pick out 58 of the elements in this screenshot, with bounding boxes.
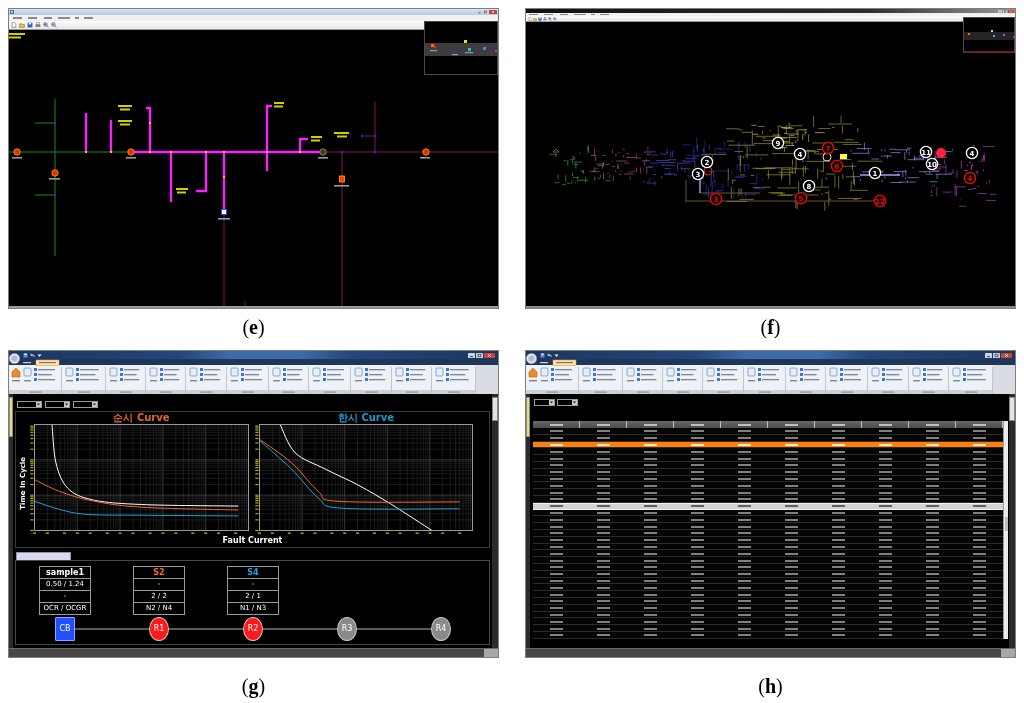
caret-icon xyxy=(64,402,69,407)
minimize-icon[interactable] xyxy=(985,352,992,358)
close-icon[interactable] xyxy=(484,352,495,358)
caret-icon xyxy=(36,402,41,407)
caret-icon[interactable] xyxy=(37,352,42,358)
square-node: CB xyxy=(55,617,75,641)
menu-bar[interactable] xyxy=(9,15,498,21)
caret-icon xyxy=(549,400,554,405)
dropdown[interactable] xyxy=(73,401,98,408)
save-icon[interactable] xyxy=(538,16,542,21)
figure-caption: (f) xyxy=(760,315,781,339)
dropdown[interactable] xyxy=(17,401,42,408)
chart-title: 순시 Curve xyxy=(113,412,170,424)
zoom-in-icon[interactable] xyxy=(548,16,552,21)
zoom-out-icon[interactable] xyxy=(553,16,557,21)
dropdown[interactable] xyxy=(45,401,70,408)
undo-icon[interactable] xyxy=(547,352,552,358)
figure-caption: (e) xyxy=(242,315,265,339)
minimap[interactable] xyxy=(424,21,498,75)
caret-icon[interactable] xyxy=(554,352,559,358)
relay-card-title: S2 xyxy=(152,567,166,578)
menu-bar[interactable] xyxy=(526,13,1015,16)
minimize-icon[interactable] xyxy=(468,352,475,358)
undo-icon[interactable] xyxy=(30,352,35,358)
round-node: R4 xyxy=(431,617,451,641)
relay-card-title: S4 xyxy=(246,567,260,578)
zoom-in-icon[interactable] xyxy=(43,22,49,28)
caret-icon xyxy=(92,402,97,407)
dropdown[interactable] xyxy=(557,399,578,406)
close-icon[interactable] xyxy=(1001,352,1012,358)
maximize-icon[interactable] xyxy=(483,10,488,14)
maximize-icon[interactable] xyxy=(1003,9,1007,13)
scrollbar[interactable] xyxy=(1003,421,1008,639)
save-icon[interactable] xyxy=(23,352,28,358)
chart-title: 한시 Curve xyxy=(337,412,395,424)
orb-icon[interactable] xyxy=(9,353,20,364)
zoom-out-icon[interactable] xyxy=(51,22,57,28)
save-icon[interactable] xyxy=(27,22,33,28)
ribbon-toolbar[interactable] xyxy=(526,359,1015,394)
dropdown[interactable] xyxy=(534,399,555,406)
figure-caption: (g) xyxy=(241,674,266,698)
side-tab[interactable] xyxy=(1009,397,1015,421)
x-axis-label: Fault Current xyxy=(222,536,283,546)
maximize-icon[interactable] xyxy=(993,352,1000,358)
app-icon xyxy=(10,10,14,14)
round-node: R2 xyxy=(243,617,263,641)
ribbon-toolbar[interactable] xyxy=(9,359,498,394)
caret-icon xyxy=(572,400,577,405)
round-node: R3 xyxy=(337,617,357,641)
printer-icon[interactable] xyxy=(543,16,547,21)
side-tab[interactable] xyxy=(492,397,498,421)
maximize-icon[interactable] xyxy=(476,352,483,358)
save-icon[interactable] xyxy=(540,352,545,358)
relay-card-title: sample1 xyxy=(45,567,85,578)
figure-caption: (h) xyxy=(758,674,783,698)
orb-icon[interactable] xyxy=(526,353,537,364)
printer-icon[interactable] xyxy=(35,22,41,28)
round-node: R1 xyxy=(149,617,169,641)
